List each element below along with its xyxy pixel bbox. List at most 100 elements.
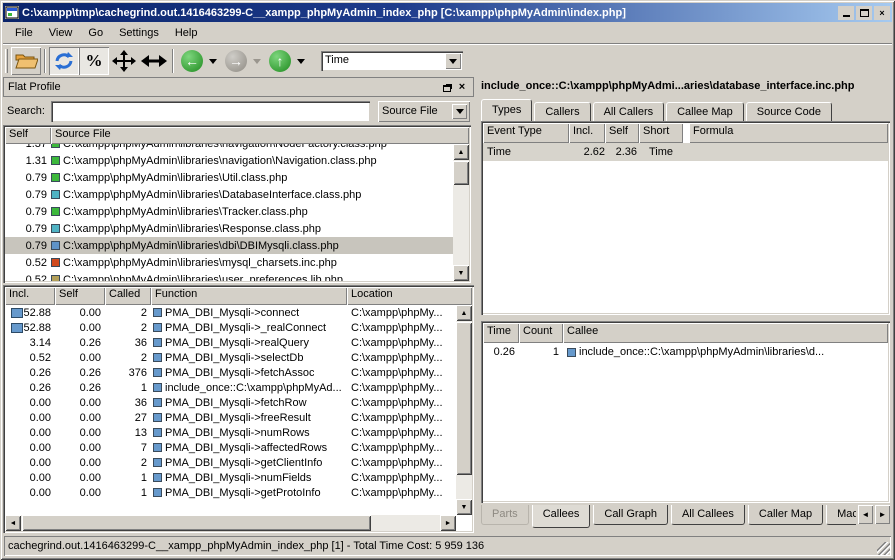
scroll-down-icon[interactable]: ▼ [456,499,472,515]
scroll-right-icon[interactable]: ► [440,515,456,531]
source-file-row[interactable]: 0.79C:\xampp\phpMyAdmin\libraries\Databa… [5,186,453,203]
menu-go[interactable]: Go [80,24,111,42]
minimize-button[interactable] [838,6,854,20]
group-combo-button[interactable] [452,104,467,119]
column-header-formula[interactable]: Formula [689,123,888,143]
event-type-combo-button[interactable] [445,53,461,69]
function-vscrollbar[interactable]: ▲ ▼ [456,305,472,515]
source-file-row[interactable]: 0.79C:\xampp\phpMyAdmin\libraries\Tracke… [5,203,453,220]
column-header-incl-[interactable]: Incl. [569,123,605,143]
tab-types[interactable]: Types [481,99,532,121]
incl-cost-cell: 0.00 [5,472,55,484]
forward-dropdown-arrow[interactable] [253,59,261,64]
function-row[interactable]: 0.260.26376PMA_DBI_Mysqli->fetchAssocC:\… [5,365,456,380]
tab-scroll-right-icon[interactable]: ► [875,505,890,524]
tab-callers[interactable]: Callers [534,102,590,121]
location-cell: C:\xampp\phpMy... [347,337,456,349]
function-row[interactable]: 0.000.001PMA_DBI_Mysqli->getProtoInfoC:\… [5,485,456,500]
column-header-time[interactable]: Time [483,323,519,343]
cycle-detection-button[interactable] [49,47,79,75]
tab-all-callers[interactable]: All Callers [593,102,665,121]
column-header-called[interactable]: Called [105,287,151,305]
tab-parts[interactable]: Parts [481,505,529,525]
tab-call-graph[interactable]: Call Graph [593,505,668,525]
column-header-function[interactable]: Function [151,287,347,305]
event-type-row[interactable]: Time2.622.36Time [483,143,888,161]
function-row[interactable]: 0.000.0027PMA_DBI_Mysqli->freeResultC:\x… [5,410,456,425]
column-header-self[interactable]: Self [55,287,105,305]
menu-help[interactable]: Help [167,24,206,42]
column-header-location[interactable]: Location [347,287,472,305]
function-row[interactable]: 0.000.007PMA_DBI_Mysqli->affectedRowsC:\… [5,440,456,455]
menu-view[interactable]: View [41,24,81,42]
column-header-source-file[interactable]: Source File [51,127,469,144]
function-name: PMA_DBI_Mysqli->selectDb [165,352,303,364]
source-file-row[interactable]: 1.37C:\xampp\phpMyAdmin\libraries\naviga… [5,144,453,152]
scroll-down-icon[interactable]: ▼ [453,265,469,281]
scroll-thumb[interactable] [22,515,371,531]
event-type-combobox[interactable]: Time [321,51,463,71]
forward-button[interactable]: → [221,47,251,75]
resize-grip-icon[interactable] [877,542,890,555]
function-row[interactable]: 0.000.0013PMA_DBI_Mysqli->numRowsC:\xamp… [5,425,456,440]
column-header-incl-[interactable]: Incl. [5,287,55,305]
function-row[interactable]: 0.000.002PMA_DBI_Mysqli->getClientInfoC:… [5,455,456,470]
scroll-up-icon[interactable]: ▲ [453,144,469,160]
close-dock-button[interactable]: × [455,80,469,94]
function-row[interactable]: 0.000.0036PMA_DBI_Mysqli->fetchRowC:\xam… [5,395,456,410]
function-row[interactable]: 52.880.002PMA_DBI_Mysqli->connectC:\xamp… [5,305,456,320]
function-hscrollbar[interactable]: ◄ ► [5,515,456,531]
source-file-row[interactable]: 0.79C:\xampp\phpMyAdmin\libraries\Util.c… [5,169,453,186]
menu-settings[interactable]: Settings [111,24,167,42]
group-by-combobox[interactable]: Source File [378,101,470,122]
source-file-row[interactable]: 0.79C:\xampp\phpMyAdmin\libraries\Respon… [5,220,453,237]
back-button[interactable]: ← [177,47,207,75]
source-file-row[interactable]: 1.31C:\xampp\phpMyAdmin\libraries\naviga… [5,152,453,169]
source-file-row[interactable]: 0.52C:\xampp\phpMyAdmin\libraries\user_p… [5,271,453,281]
source-file-row[interactable]: 0.79C:\xampp\phpMyAdmin\libraries\dbi\DB… [5,237,453,254]
title-bar[interactable]: C:\xampp\tmp\cachegrind.out.1416463299-C… [3,3,892,22]
scroll-up-icon[interactable]: ▲ [456,305,472,321]
tab-source-code[interactable]: Source Code [746,102,832,121]
self-cost-cell: 0.79 [5,206,51,218]
tab-scroll-left-icon[interactable]: ◄ [858,505,873,524]
tab-callees[interactable]: Callees [532,505,591,528]
up-dropdown-arrow[interactable] [297,59,305,64]
source-file-row[interactable]: 0.52C:\xampp\phpMyAdmin\libraries\mysql_… [5,254,453,271]
relative-cost-button[interactable]: % [79,47,109,75]
maximize-button[interactable] [856,6,872,20]
function-row[interactable]: 0.000.001PMA_DBI_Mysqli->numFieldsC:\xam… [5,470,456,485]
tab-callee-map[interactable]: Callee Map [666,102,744,121]
dock-header[interactable]: Flat Profile × [3,77,474,97]
scroll-thumb[interactable] [456,322,472,475]
flat-profile-header-row: SelfSource File [5,127,469,144]
up-button[interactable]: ↑ [265,47,295,75]
open-file-button[interactable] [11,47,41,75]
menu-file[interactable]: File [7,24,41,42]
column-header-event-type[interactable]: Event Type [483,123,569,143]
column-header-short[interactable]: Short [639,123,683,143]
scroll-thumb[interactable] [453,161,469,185]
column-header-count[interactable]: Count [519,323,563,343]
float-dock-button[interactable] [441,80,455,94]
expand-button[interactable] [139,47,169,75]
toolbar-handle[interactable] [5,49,8,73]
column-header-self[interactable]: Self [605,123,639,143]
column-header-self[interactable]: Self [5,127,51,144]
function-row[interactable]: 0.520.002PMA_DBI_Mysqli->selectDbC:\xamp… [5,350,456,365]
tab-machine[interactable]: Machine [826,505,856,525]
callee-row[interactable]: 0.261include_once::C:\xampp\phpMyAdmin\l… [483,343,888,361]
function-row[interactable]: 3.140.2636PMA_DBI_Mysqli->realQueryC:\xa… [5,335,456,350]
column-header-callee[interactable]: Callee [563,323,888,343]
close-button[interactable]: × [874,6,890,20]
source-file-cell: C:\xampp\phpMyAdmin\libraries\DatabaseIn… [63,189,453,201]
scroll-left-icon[interactable]: ◄ [5,515,21,531]
tab-caller-map[interactable]: Caller Map [748,505,823,525]
back-dropdown-arrow[interactable] [209,59,217,64]
search-input[interactable] [51,101,370,122]
function-row[interactable]: 52.880.002PMA_DBI_Mysqli->_realConnectC:… [5,320,456,335]
flat-profile-vscrollbar[interactable]: ▲ ▼ [453,144,469,281]
move-button[interactable] [109,47,139,75]
function-row[interactable]: 0.260.261include_once::C:\xampp\phpMyAd.… [5,380,456,395]
tab-all-callees[interactable]: All Callees [671,505,745,525]
